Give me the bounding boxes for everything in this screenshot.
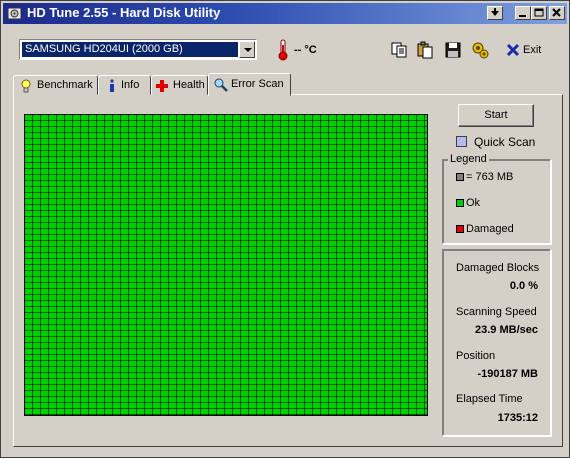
app-icon xyxy=(7,7,22,20)
magnifier-icon xyxy=(214,78,228,92)
scanning-speed-label: Scanning Speed xyxy=(456,306,537,318)
tab-benchmark[interactable]: Benchmark xyxy=(13,75,98,95)
app-window: HD Tune 2.55 - Hard Disk Utility SAMSUNG… xyxy=(0,0,570,458)
legend-label: = 763 MB xyxy=(466,171,514,183)
elapsed-time-value: 1735:12 xyxy=(497,412,538,424)
exit-icon xyxy=(506,43,520,57)
drive-select[interactable]: SAMSUNG HD204UI (2000 GB) xyxy=(19,39,257,60)
tab-label: Health xyxy=(173,79,205,91)
temperature-readout: -- °C xyxy=(294,44,317,56)
tab-label: Info xyxy=(121,79,140,91)
tab-health[interactable]: Health xyxy=(151,75,208,95)
legend-swatch-green xyxy=(456,199,464,207)
drive-select-value: SAMSUNG HD204UI (2000 GB) xyxy=(22,42,238,57)
scan-block-map xyxy=(24,114,428,416)
tab-label: Benchmark xyxy=(37,79,93,91)
save-icon[interactable] xyxy=(444,41,462,59)
checkbox-box[interactable] xyxy=(456,136,467,147)
scanning-speed-value: 23.9 MB/sec xyxy=(475,324,538,336)
health-icon xyxy=(156,80,168,92)
tab-info[interactable]: Info xyxy=(98,75,151,95)
quick-scan-label: Quick Scan xyxy=(474,135,536,149)
legend-swatch-red xyxy=(456,225,464,233)
legend-label: Ok xyxy=(466,197,481,209)
window-title: HD Tune 2.55 - Hard Disk Utility xyxy=(27,5,221,20)
info-icon xyxy=(110,79,114,92)
maximize-icon xyxy=(534,8,544,17)
title-bar[interactable]: HD Tune 2.55 - Hard Disk Utility xyxy=(3,3,567,24)
damaged-blocks-label: Damaged Blocks xyxy=(456,262,540,274)
position-value: -190187 MB xyxy=(477,368,538,380)
copy-icon[interactable] xyxy=(390,41,408,59)
start-button[interactable]: Start xyxy=(458,104,534,127)
thermometer-icon xyxy=(278,39,288,61)
elapsed-time-label: Elapsed Time xyxy=(456,393,523,405)
benchmark-icon xyxy=(21,79,31,93)
stats-group xyxy=(442,249,551,436)
options-icon[interactable] xyxy=(471,41,489,59)
tab-label: Error Scan xyxy=(231,78,284,90)
close-button[interactable] xyxy=(549,6,565,20)
legend-swatch-gray xyxy=(456,173,464,181)
position-label: Position xyxy=(456,350,496,362)
close-icon xyxy=(552,8,561,17)
legend-label: Damaged xyxy=(466,223,514,235)
paste-icon[interactable] xyxy=(416,41,434,59)
arrow-down-icon xyxy=(491,8,499,16)
exit-label: Exit xyxy=(523,44,542,56)
damaged-blocks-value: 0.0 % xyxy=(509,280,538,292)
menu-down-button[interactable] xyxy=(487,6,503,20)
maximize-button[interactable] xyxy=(531,6,547,20)
dropdown-arrow-icon[interactable] xyxy=(239,41,255,58)
minimize-button[interactable] xyxy=(515,6,531,20)
tab-error-scan[interactable]: Error Scan xyxy=(208,73,291,96)
legend-title: Legend xyxy=(448,153,489,165)
minimize-icon xyxy=(519,15,526,17)
